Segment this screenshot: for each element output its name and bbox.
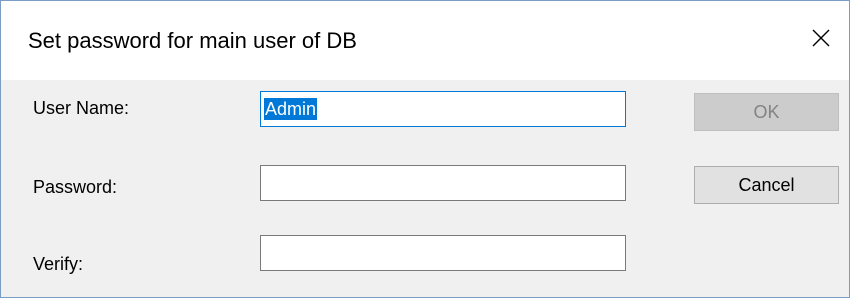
close-button[interactable]: [803, 1, 849, 80]
title-bar[interactable]: Set password for main user of DB: [1, 1, 849, 80]
password-dialog: Set password for main user of DB User Na…: [0, 0, 850, 298]
dialog-title: Set password for main user of DB: [28, 28, 357, 53]
cancel-button[interactable]: Cancel: [694, 166, 839, 204]
verify-field[interactable]: [260, 235, 626, 271]
password-label: Password:: [33, 177, 118, 197]
username-label: User Name:: [33, 98, 130, 118]
close-icon: [812, 29, 830, 47]
username-selected-text: Admin: [264, 98, 318, 120]
password-field[interactable]: [260, 165, 626, 201]
ok-button[interactable]: OK: [694, 93, 839, 131]
verify-label: Verify:: [33, 254, 84, 274]
username-field[interactable]: Admin: [260, 91, 626, 127]
